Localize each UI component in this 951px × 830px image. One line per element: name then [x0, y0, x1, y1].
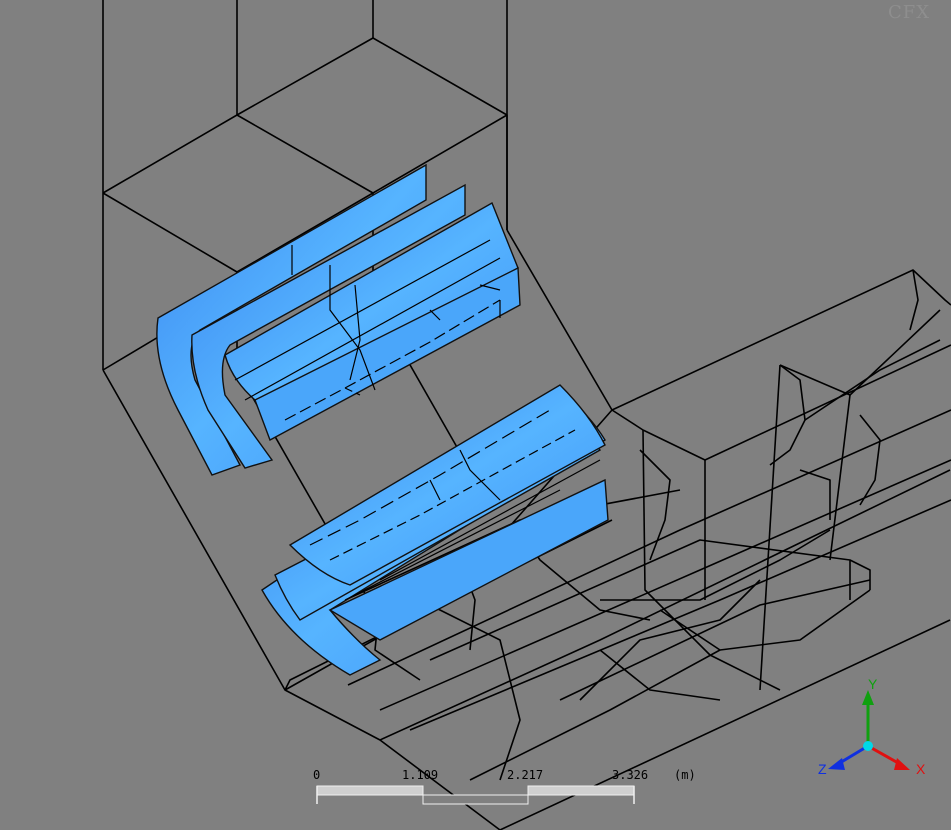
lower-turning-vanes	[261, 384, 609, 676]
scale-bar	[316, 785, 635, 805]
axis-z-label: Z	[818, 761, 827, 777]
scale-tick-1: 1.109	[402, 768, 439, 782]
scale-tick-0: 0	[313, 768, 321, 782]
3d-viewport[interactable]	[0, 0, 951, 830]
scale-unit: (m)	[674, 768, 696, 782]
axis-x-label: X	[916, 761, 926, 777]
upper-turning-vanes	[156, 163, 521, 476]
scale-tick-3: 3.326	[612, 768, 649, 782]
scale-tick-2: 2.217	[507, 768, 544, 782]
axis-y-label: Y	[868, 676, 878, 692]
axis-triad	[828, 690, 910, 770]
cfx-logo: CFX	[888, 2, 931, 23]
